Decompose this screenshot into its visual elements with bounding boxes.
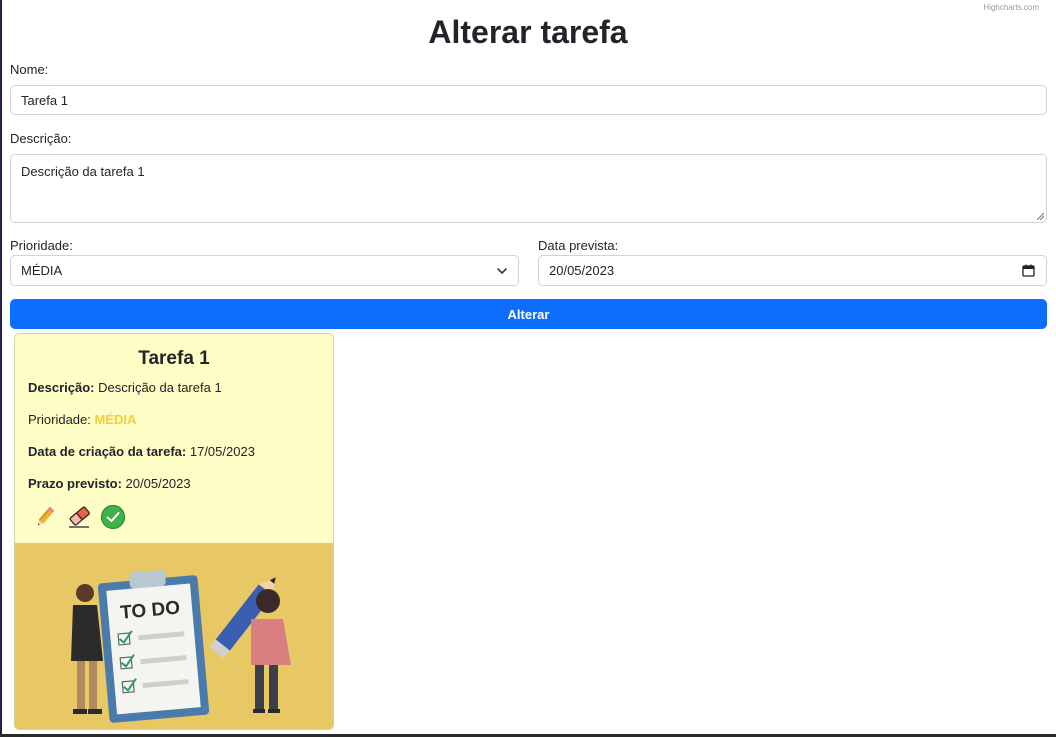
chevron-down-icon (497, 268, 507, 274)
description-textarea[interactable]: Descrição da tarefa 1 (10, 154, 1047, 223)
card-deadline-value: 20/05/2023 (125, 476, 191, 491)
card-priority-row: Prioridade: MÉDIA (28, 412, 136, 427)
card-deadline-row: Prazo previsto: 20/05/2023 (28, 476, 191, 491)
description-textarea-value: Descrição da tarefa 1 (21, 164, 145, 179)
date-input-value: 20/05/2023 (549, 263, 615, 278)
name-label: Nome: (10, 62, 49, 77)
person-left-figure (71, 584, 103, 714)
card-actions (32, 504, 126, 530)
card-priority-label: Prioridade: (28, 412, 91, 427)
date-label: Data prevista: (538, 238, 619, 253)
card-created-value: 17/05/2023 (189, 444, 255, 459)
window-left-edge (0, 0, 2, 737)
check-circle-icon[interactable] (100, 504, 126, 530)
alter-button[interactable]: Alterar (10, 299, 1047, 329)
calendar-icon[interactable] (1022, 264, 1035, 277)
card-title: Tarefa 1 (138, 348, 210, 369)
pencil-icon[interactable] (32, 504, 58, 530)
clipboard-figure: TO DO (97, 570, 210, 723)
priority-select-value: MÉDIA (21, 263, 63, 278)
card-description-value: Descrição da tarefa 1 (98, 380, 222, 395)
resize-handle-icon[interactable] (1036, 212, 1044, 220)
card-deadline-label: Prazo previsto: (28, 476, 122, 491)
card-created-label: Data de criação da tarefa: (28, 444, 187, 459)
credit-text[interactable]: Highcharts.com (983, 3, 1039, 12)
description-label: Descrição: (10, 131, 72, 146)
card-description-label: Descrição: (28, 380, 95, 395)
card-description-row: Descrição: Descrição da tarefa 1 (28, 380, 222, 395)
card-created-row: Data de criação da tarefa: 17/05/2023 (28, 444, 255, 459)
name-input-value: Tarefa 1 (21, 92, 68, 108)
todo-illustration: TO DO (15, 543, 333, 729)
priority-select[interactable]: MÉDIA (10, 255, 519, 286)
date-input[interactable]: 20/05/2023 (538, 255, 1047, 286)
eraser-icon[interactable] (66, 504, 92, 530)
card-priority-value: MÉDIA (94, 412, 137, 427)
page-title: Alterar tarefa (428, 14, 628, 50)
task-card: Tarefa 1 Descrição: Descrição da tarefa … (14, 333, 334, 730)
name-input[interactable]: Tarefa 1 (10, 85, 1047, 115)
priority-label: Prioridade: (10, 238, 73, 253)
